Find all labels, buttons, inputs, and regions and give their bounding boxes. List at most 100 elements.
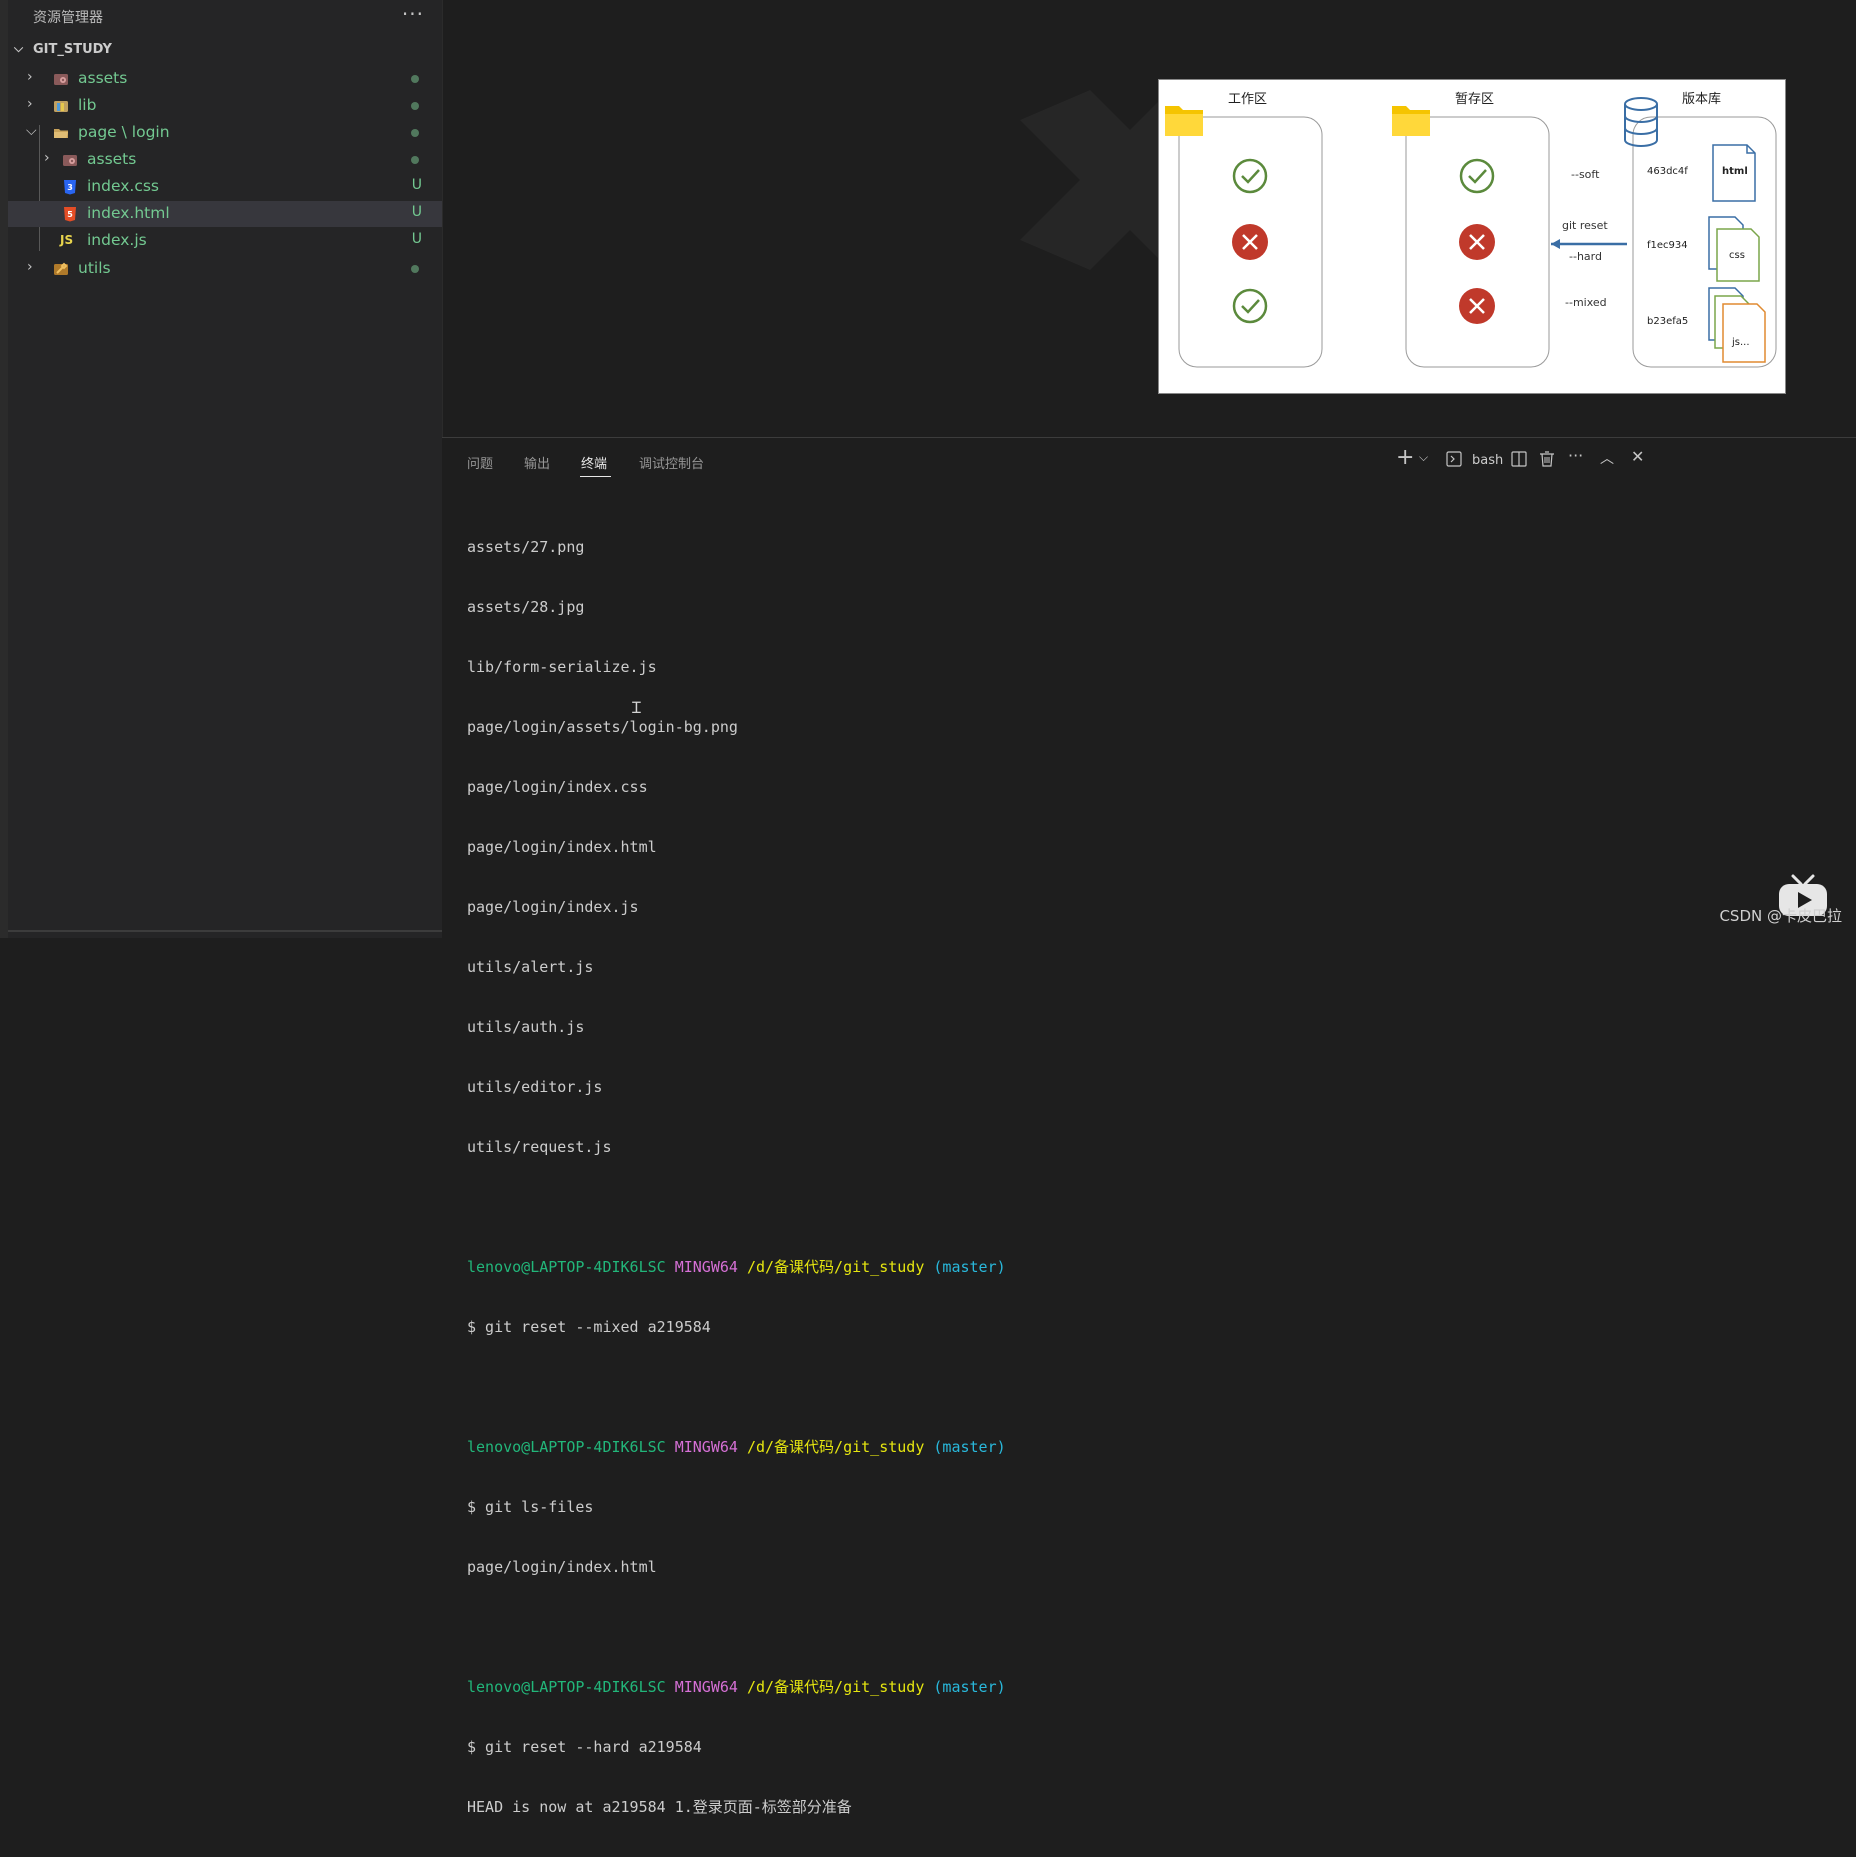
tree-item-label: index.js xyxy=(87,231,147,249)
tree-item-label: lib xyxy=(78,96,97,114)
commit-hash: 463dc4f xyxy=(1647,166,1688,177)
trash-icon[interactable] xyxy=(1539,450,1555,467)
terminal-blank xyxy=(467,1617,1827,1637)
tree-item-label: assets xyxy=(78,69,128,87)
modified-dot-icon xyxy=(411,75,419,83)
mixed-option-label: --mixed xyxy=(1565,296,1607,309)
explorer-title: 资源管理器 xyxy=(33,10,103,26)
chevron-right-icon: › xyxy=(27,96,33,112)
tab-output[interactable]: 输出 xyxy=(524,453,550,472)
tab-terminal[interactable]: 终端 xyxy=(581,453,607,472)
modified-dot-icon xyxy=(411,102,419,110)
terminal-line: utils/editor.js xyxy=(467,1078,603,1096)
modified-dot-icon xyxy=(411,156,419,164)
tree-item-login-assets[interactable]: › assets xyxy=(8,147,442,173)
folder-utils-icon xyxy=(54,262,68,275)
terminal-line: page/login/assets/login-bg.png xyxy=(467,718,738,736)
tree-item-index-js[interactable]: JS index.js U xyxy=(8,228,442,254)
chevron-down-icon: ⌵ xyxy=(26,123,37,139)
tree-item-assets[interactable]: › assets xyxy=(8,66,442,92)
soft-option-label: --soft xyxy=(1571,168,1600,181)
commit-hash: b23efa5 xyxy=(1647,316,1689,327)
terminal-line: page/login/index.html xyxy=(467,838,657,856)
staging-area-label: 暂存区 xyxy=(1455,92,1495,107)
css-file-icon: 3 xyxy=(64,180,76,195)
tree-item-label: assets xyxy=(87,150,137,168)
prompt-user: lenovo@LAPTOP-4DIK6LSC xyxy=(467,1438,666,1456)
file-label: css xyxy=(1729,250,1745,261)
chevron-right-icon: › xyxy=(44,150,50,166)
prompt-branch: (master) xyxy=(933,1258,1006,1276)
terminal-command: $ git ls-files xyxy=(467,1498,594,1516)
prompt-path: /d/备课代码/git_study xyxy=(746,1678,925,1696)
terminal-prompt: lenovo@LAPTOP-4DIK6LSC MINGW64 /d/备课代码/g… xyxy=(467,1257,1827,1277)
bottom-panel: 问题 输出 终端 调试控制台 + ⌵ bash ··· ︿ ✕ assets/2… xyxy=(442,437,1856,1816)
terminal-output[interactable]: assets/27.png assets/28.jpg lib/form-ser… xyxy=(467,497,1827,1857)
tree-item-index-html[interactable]: 5 index.html U xyxy=(8,201,442,227)
modified-dot-icon xyxy=(411,129,419,137)
folder-lib-icon xyxy=(54,101,68,112)
chevron-right-icon: › xyxy=(27,259,33,275)
terminal-line: assets/28.jpg xyxy=(467,598,585,616)
tab-problems[interactable]: 问题 xyxy=(467,453,493,472)
shell-name[interactable]: bash xyxy=(1472,453,1503,468)
active-tab-indicator xyxy=(580,476,611,477)
untracked-badge: U xyxy=(411,231,422,247)
terminal-line: utils/request.js xyxy=(467,1138,612,1156)
terminal-line: utils/alert.js xyxy=(467,958,594,976)
terminal-line: page/login/index.html xyxy=(467,1558,657,1576)
chevron-down-icon[interactable]: ⌵ xyxy=(1419,450,1428,465)
prompt-system: MINGW64 xyxy=(674,1258,738,1276)
untracked-badge: U xyxy=(411,204,422,220)
prompt-system: MINGW64 xyxy=(674,1678,738,1696)
more-actions-icon[interactable]: ··· xyxy=(1568,446,1583,465)
commit-hash: f1ec934 xyxy=(1647,240,1688,251)
hard-option-label: --hard xyxy=(1569,250,1602,263)
folder-assets-icon xyxy=(54,74,68,85)
terminal-line: page/login/index.js xyxy=(467,898,639,916)
close-panel-icon[interactable]: ✕ xyxy=(1631,447,1644,466)
prompt-user: lenovo@LAPTOP-4DIK6LSC xyxy=(467,1258,666,1276)
prompt-branch: (master) xyxy=(933,1438,1006,1456)
chevron-right-icon: › xyxy=(27,69,33,85)
tree-item-label: index.css xyxy=(87,177,160,195)
tree-item-utils[interactable]: › utils xyxy=(8,256,442,282)
folder-assets-icon xyxy=(63,155,77,166)
chevron-down-icon: ⌵ xyxy=(14,41,24,55)
tree-item-index-css[interactable]: 3 index.css U xyxy=(8,174,442,200)
tree-item-page-login[interactable]: ⌵ page \ login xyxy=(8,120,442,146)
prompt-system: MINGW64 xyxy=(674,1438,738,1456)
git-reset-diagram: 工作区 暂存区 版本库 --soft git reset --hard --mi… xyxy=(1158,79,1786,394)
new-terminal-icon[interactable]: + xyxy=(1396,445,1414,470)
prompt-path: /d/备课代码/git_study xyxy=(746,1258,925,1276)
terminal-icon[interactable] xyxy=(1446,451,1462,467)
tree-item-label: page \ login xyxy=(78,123,170,141)
more-actions-icon[interactable]: ··· xyxy=(402,2,424,26)
terminal-command: $ git reset --hard a219584 xyxy=(467,1738,702,1756)
split-terminal-icon[interactable] xyxy=(1511,451,1527,467)
text-cursor-icon: Ɪ xyxy=(632,698,641,717)
workspace-root-label: GIT_STUDY xyxy=(33,42,112,57)
brand-watermark: CSDN @卡皮巴拉 xyxy=(1719,907,1842,925)
terminal-line: utils/auth.js xyxy=(467,1018,585,1036)
repository-label: 版本库 xyxy=(1682,92,1722,107)
prompt-path: /d/备课代码/git_study xyxy=(746,1438,925,1456)
workspace-root[interactable]: ⌵ GIT_STUDY xyxy=(8,39,442,61)
terminal-line: HEAD is now at a219584 1.登录页面-标签部分准备 xyxy=(467,1798,852,1816)
tree-item-lib[interactable]: › lib xyxy=(8,93,442,119)
terminal-command: $ git reset --mixed a219584 xyxy=(467,1318,711,1336)
terminal-prompt: lenovo@LAPTOP-4DIK6LSC MINGW64 /d/备课代码/g… xyxy=(467,1677,1827,1697)
svg-text:5: 5 xyxy=(67,210,73,219)
prompt-user: lenovo@LAPTOP-4DIK6LSC xyxy=(467,1678,666,1696)
modified-dot-icon xyxy=(411,265,419,273)
prompt-branch: (master) xyxy=(933,1678,1006,1696)
tab-debug-console[interactable]: 调试控制台 xyxy=(639,453,704,472)
terminal-line: lib/form-serialize.js xyxy=(467,658,657,676)
maximize-panel-icon[interactable]: ︿ xyxy=(1600,448,1614,468)
js-file-icon: JS xyxy=(60,233,74,247)
terminal-blank xyxy=(467,1377,1827,1397)
file-label: html xyxy=(1722,166,1748,177)
untracked-badge: U xyxy=(411,177,422,193)
git-reset-label: git reset xyxy=(1562,219,1608,232)
tree-item-label: index.html xyxy=(87,204,170,222)
